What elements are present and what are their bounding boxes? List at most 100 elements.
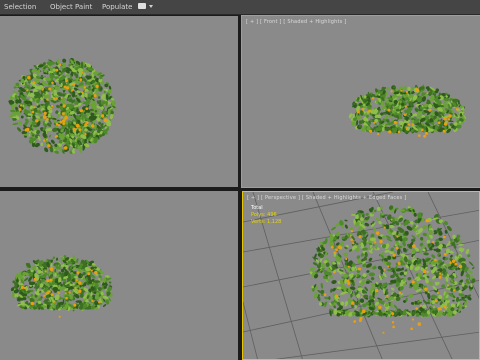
flower — [100, 114, 105, 118]
leaf — [392, 86, 396, 89]
flower — [63, 146, 68, 150]
flower — [432, 240, 435, 244]
flower — [420, 304, 422, 307]
flower — [411, 318, 415, 321]
leaf — [467, 254, 471, 258]
flower — [50, 107, 53, 110]
flower — [46, 291, 50, 295]
flower — [64, 115, 68, 120]
flower — [78, 281, 82, 285]
flower — [95, 84, 99, 89]
leaf — [356, 255, 360, 259]
flower — [377, 133, 380, 136]
viewport-left[interactable] — [0, 191, 238, 360]
flower — [428, 109, 432, 112]
flower — [422, 269, 427, 274]
leaf — [98, 274, 102, 279]
flower — [437, 292, 439, 294]
flower — [89, 268, 92, 271]
flower — [382, 331, 385, 334]
flower — [55, 122, 59, 126]
flower — [75, 278, 78, 282]
flower — [72, 83, 75, 86]
flower — [20, 286, 24, 289]
flower — [442, 129, 446, 133]
flower — [46, 279, 50, 283]
flower — [425, 132, 428, 135]
flower — [65, 296, 68, 300]
flower — [47, 144, 51, 148]
flower — [454, 262, 458, 266]
flower — [395, 246, 399, 250]
flower — [411, 280, 415, 284]
menu-object-paint[interactable]: Object Paint — [50, 2, 92, 12]
leaf — [455, 296, 460, 302]
flower — [33, 277, 37, 281]
leaf — [452, 299, 455, 302]
flower — [81, 91, 84, 94]
flower — [43, 111, 47, 115]
flower — [420, 128, 424, 132]
leaf — [17, 120, 23, 126]
flower — [443, 235, 446, 239]
teapot-dropdown-icon[interactable] — [138, 3, 154, 11]
viewport-label[interactable]: [ + ] [ Perspective ] [ Shaded + Highlig… — [247, 195, 406, 201]
flower — [410, 327, 413, 331]
flower — [41, 88, 44, 91]
stats-total-label: Total — [251, 205, 263, 211]
leaf — [468, 261, 474, 267]
leaf — [50, 139, 55, 144]
leaf — [458, 293, 465, 297]
flower — [396, 235, 399, 238]
flower — [58, 315, 61, 318]
flower — [330, 245, 334, 249]
leaf — [51, 117, 57, 120]
flower — [52, 300, 55, 303]
flower — [91, 124, 95, 128]
flower — [412, 244, 416, 248]
flower — [383, 268, 386, 271]
leaf — [386, 87, 390, 91]
flower — [78, 289, 82, 293]
flower — [397, 262, 401, 265]
leaf — [30, 289, 34, 293]
leaf — [438, 237, 443, 242]
leaf — [372, 244, 375, 247]
shrub-top-view — [8, 57, 117, 154]
leaf — [344, 219, 348, 222]
leaf — [399, 271, 404, 276]
flower — [50, 293, 54, 297]
viewport-top[interactable] — [0, 16, 238, 187]
stats-verts: Verts: 1,128 — [251, 219, 281, 225]
stats-polys-value: 496 — [267, 212, 277, 218]
stats-verts-label: Verts: — [251, 219, 266, 225]
menu-bar: Selection Object Paint Populate — [0, 0, 480, 15]
leaf — [372, 265, 377, 270]
leaf — [408, 293, 413, 299]
viewport-perspective[interactable]: [ + ] [ Perspective ] [ Shaded + Highlig… — [242, 191, 480, 360]
flower — [417, 322, 422, 326]
leaf — [60, 116, 63, 119]
flower — [42, 115, 47, 119]
flower — [358, 319, 362, 322]
flower — [390, 218, 393, 221]
flower — [403, 113, 407, 117]
menu-selection[interactable]: Selection — [4, 2, 36, 12]
flower — [80, 71, 84, 74]
leaf — [384, 249, 390, 253]
flower — [27, 75, 31, 80]
viewport-front[interactable]: [ + ] [ Front ] [ Shaded + Highlights ] — [241, 15, 480, 188]
flower — [392, 253, 396, 257]
flower — [451, 259, 456, 263]
flower — [20, 104, 23, 107]
menu-populate[interactable]: Populate — [102, 2, 132, 12]
flower — [85, 107, 89, 110]
leaf — [331, 226, 336, 231]
flower — [437, 121, 441, 125]
stats-polys-label: Polys: — [251, 212, 266, 218]
flower — [358, 267, 361, 271]
flower — [32, 81, 36, 84]
flower — [335, 248, 338, 252]
flower — [368, 109, 371, 113]
flower — [444, 253, 447, 256]
